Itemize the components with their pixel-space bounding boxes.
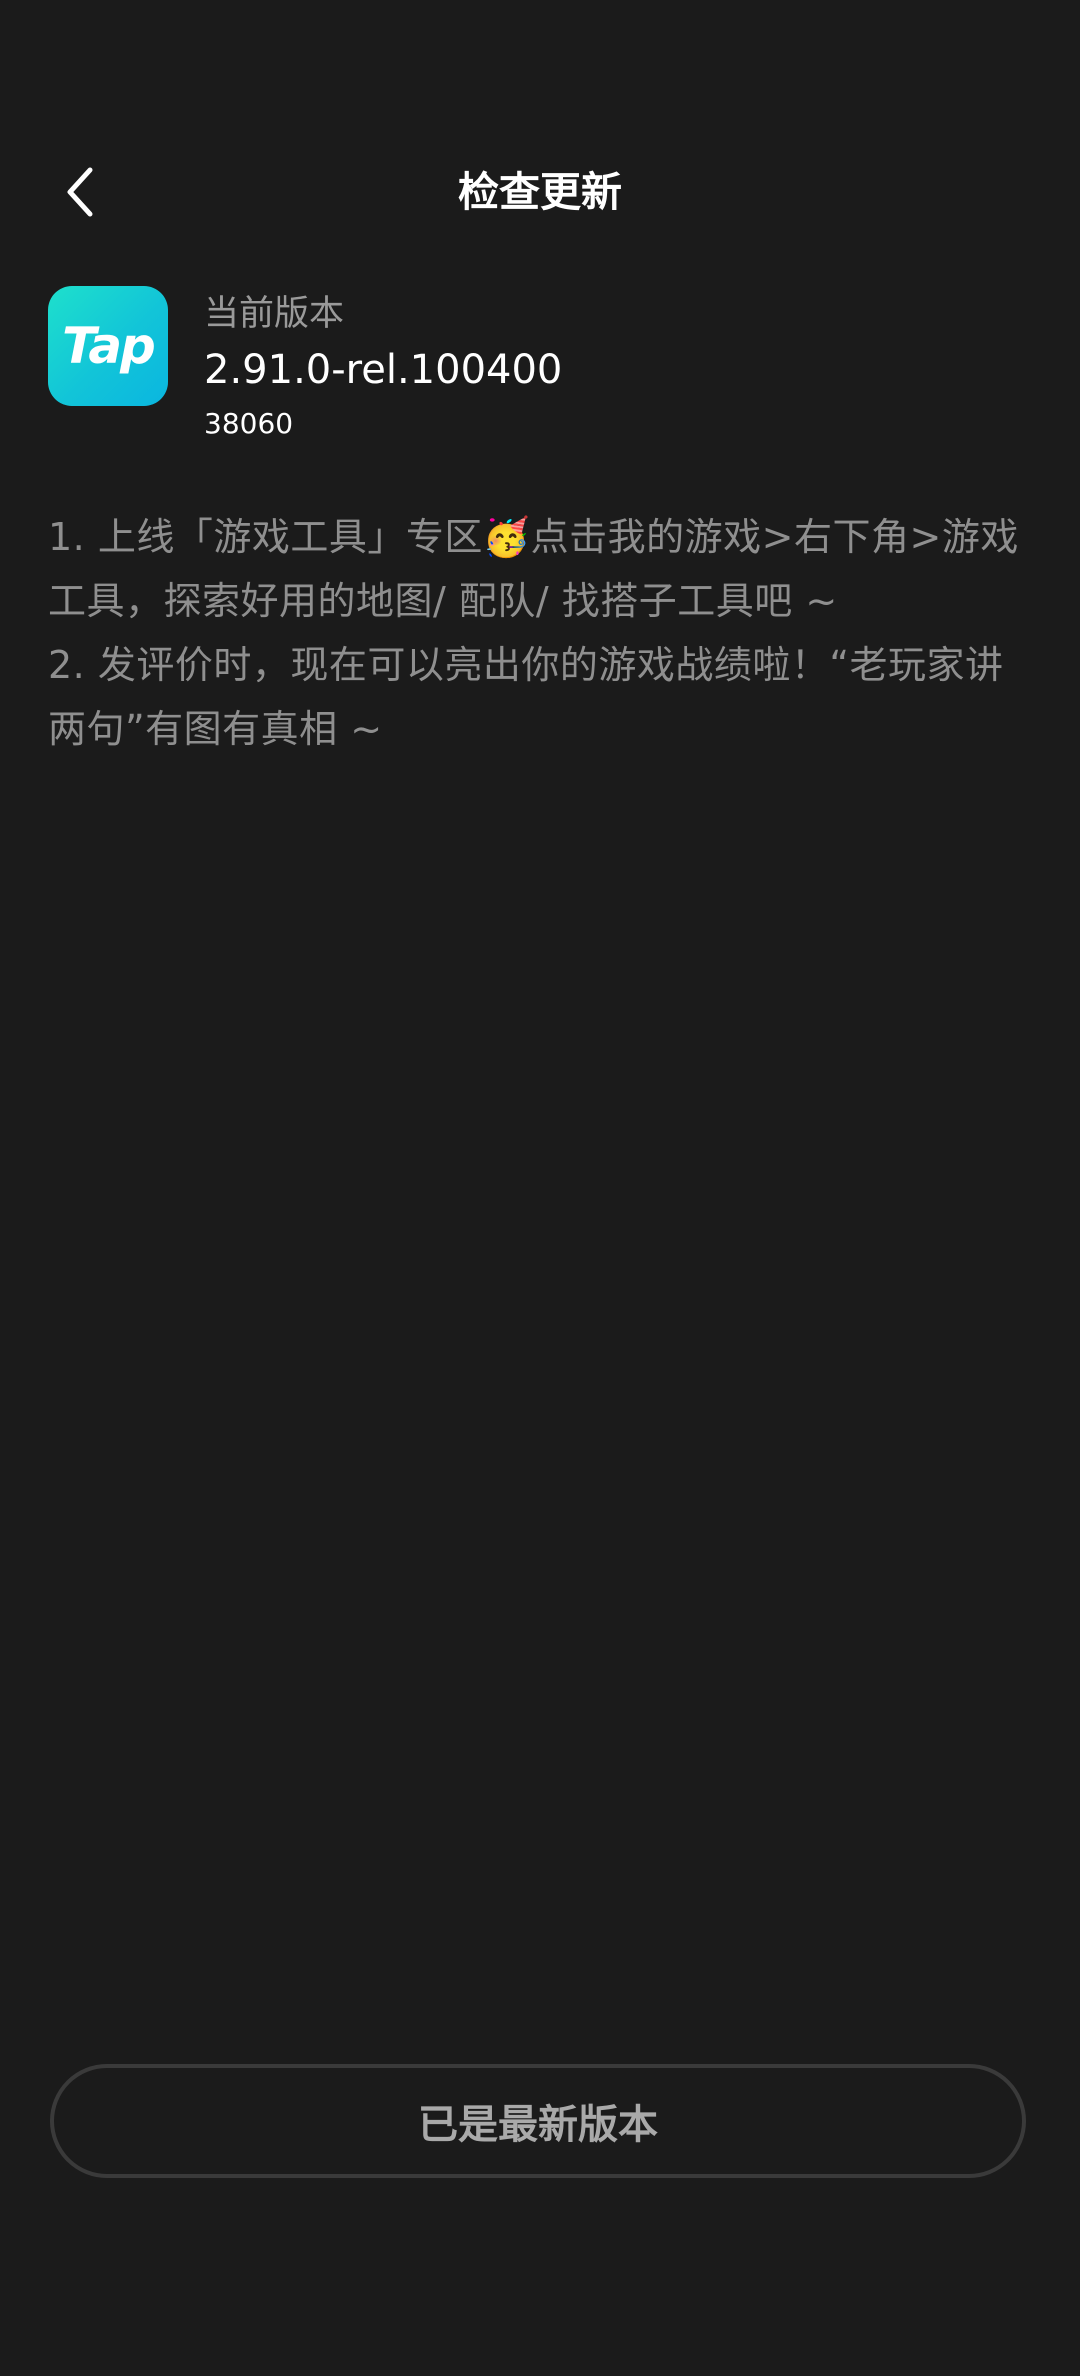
latest-version-button[interactable]: 已是最新版本 bbox=[50, 2064, 1026, 2178]
release-note-item: 2. 发评价时，现在可以亮出你的游戏战绩啦！“老玩家讲两句”有图有真相 ~ bbox=[48, 643, 1004, 751]
latest-version-button-label: 已是最新版本 bbox=[418, 2102, 658, 2148]
page-title: 检查更新 bbox=[458, 168, 622, 216]
current-version-label: 当前版本 bbox=[204, 294, 345, 334]
build-number: 38060 bbox=[204, 407, 294, 440]
header-bar: 检查更新 bbox=[0, 140, 1080, 244]
app-icon-logo-text: Tap bbox=[62, 317, 156, 375]
release-note-item: 1. 上线「游戏工具」专区🥳点击我的游戏>右下角>游戏工具，探索好用的地图/ 配… bbox=[48, 515, 1019, 623]
app-info: Tap 当前版本 2.91.0-rel.100400 38060 bbox=[48, 286, 1032, 456]
release-notes: 1. 上线「游戏工具」专区🥳点击我的游戏>右下角>游戏工具，探索好用的地图/ 配… bbox=[48, 505, 1038, 761]
status-bar bbox=[0, 0, 1080, 120]
tap-app-icon: Tap bbox=[48, 286, 168, 406]
version-number: 2.91.0-rel.100400 bbox=[204, 347, 563, 393]
